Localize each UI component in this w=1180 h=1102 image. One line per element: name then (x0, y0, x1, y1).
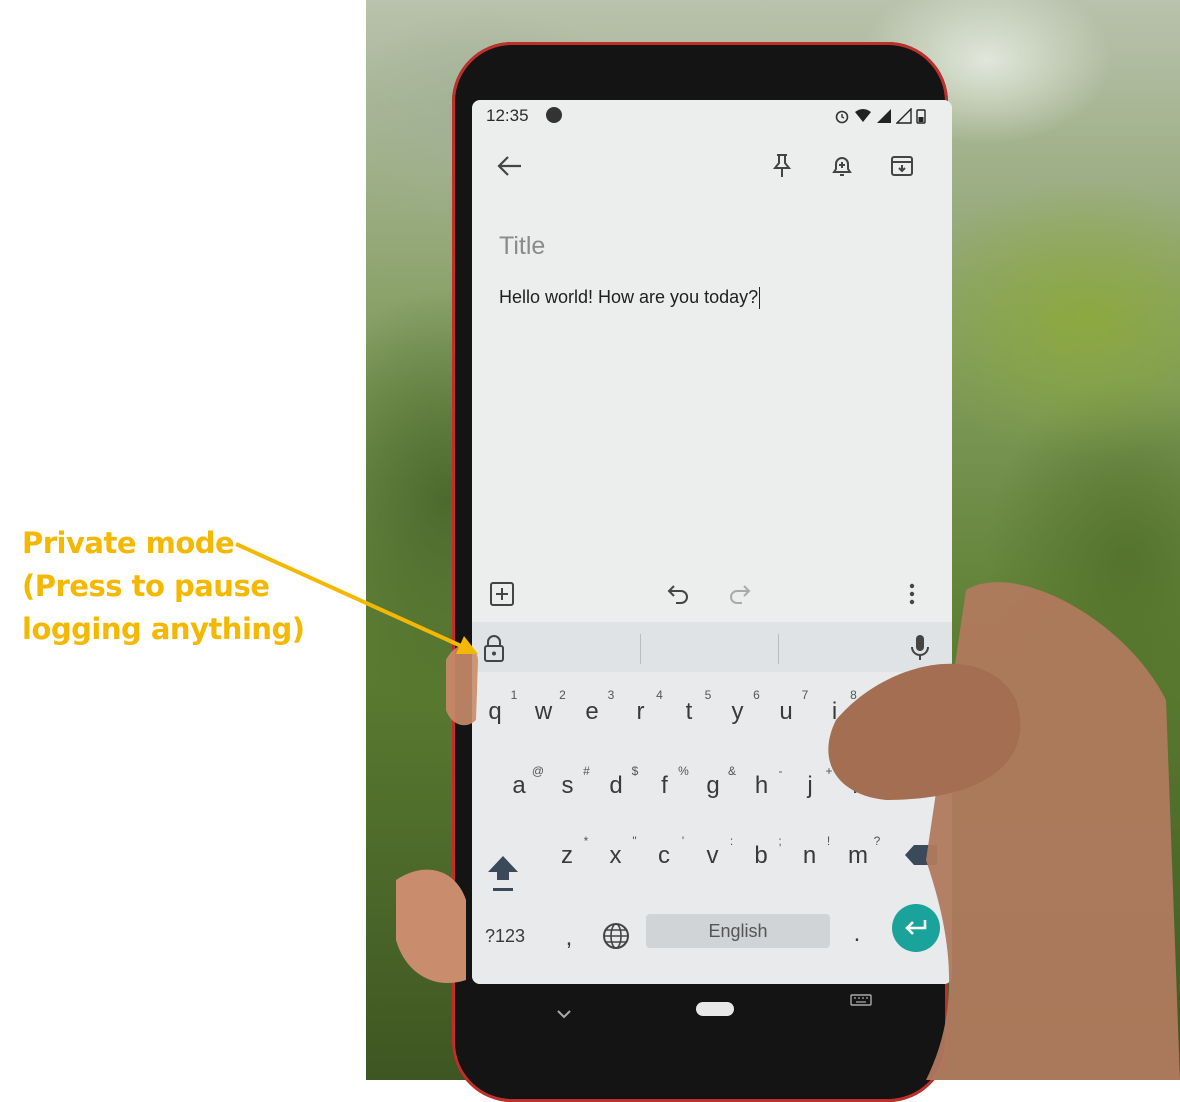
callout-arrow (235, 542, 478, 654)
